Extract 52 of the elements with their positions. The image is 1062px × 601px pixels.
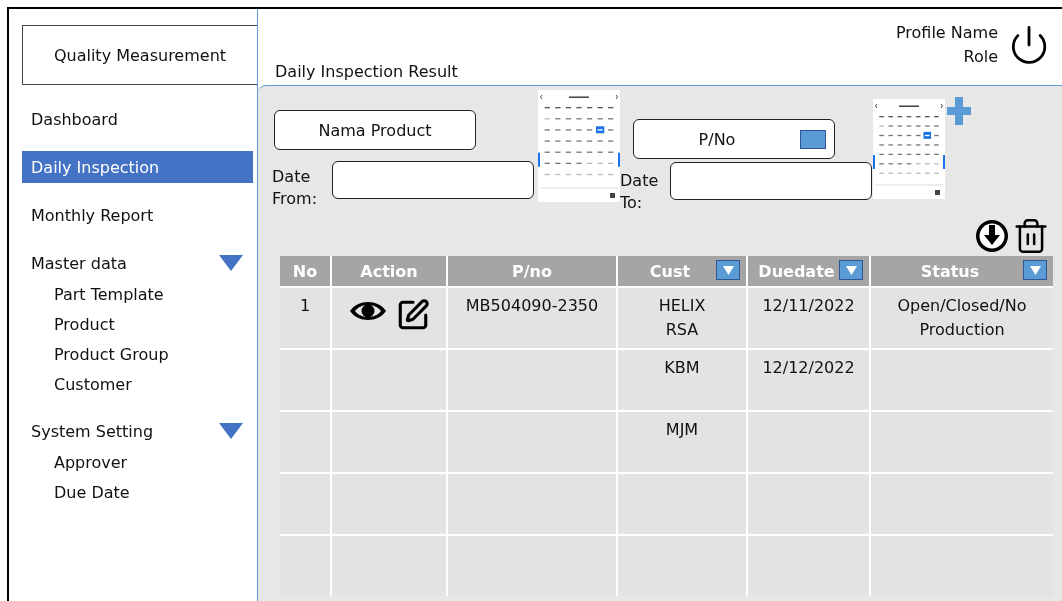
triangle-down-icon[interactable] (219, 423, 243, 439)
table-cell: Open/Closed/No Production (871, 288, 1053, 348)
sidebar-item[interactable]: Dashboard (22, 103, 253, 135)
download-icon[interactable] (974, 218, 1010, 254)
table-cell: 12/11/2022 (748, 288, 869, 348)
table-cell (280, 350, 330, 410)
sidebar-subitem[interactable]: Product Group (22, 339, 169, 369)
table-cell: KBM (618, 350, 746, 410)
filter-button[interactable] (716, 260, 740, 280)
column-header: P/no (512, 261, 552, 281)
sidebar-subitem[interactable]: Part Template (22, 279, 164, 309)
trash-icon[interactable] (1012, 217, 1050, 255)
caret-down-icon (1029, 265, 1041, 275)
table-cell: 12/12/2022 (748, 350, 869, 410)
column-header: Duedate (758, 261, 835, 281)
product-button[interactable]: Nama Product (274, 110, 476, 150)
calendar-drawing[interactable] (873, 99, 945, 199)
sidebar-item[interactable]: Daily Inspection (22, 151, 253, 183)
pno-field[interactable]: P/No (633, 119, 835, 159)
table-cell (280, 474, 330, 534)
sidebar-subitem[interactable]: Approver (22, 447, 128, 477)
column-header: Cust (649, 261, 691, 281)
date-from-label: Date From: (272, 166, 319, 210)
table-cell (280, 412, 330, 472)
profile-role: Role (963, 46, 998, 68)
filter-button[interactable] (839, 260, 863, 280)
sidebar-item[interactable]: Master data (22, 247, 253, 279)
table-cell: 1 (280, 288, 330, 348)
table-cell (280, 536, 330, 596)
caret-down-icon (845, 265, 857, 275)
date-to-label: Date To: (620, 170, 660, 214)
sidebar-subitem[interactable]: Due Date (22, 477, 130, 507)
table-cell: MB504090-2350 (448, 288, 616, 348)
table-cell: MJM (618, 412, 746, 472)
triangle-down-icon[interactable] (219, 255, 243, 271)
column-header: Status (920, 261, 980, 281)
column-header: No (292, 261, 318, 281)
caret-down-icon (722, 265, 734, 275)
edit-icon[interactable] (396, 298, 430, 332)
page-title: Daily Inspection Result (274, 62, 458, 83)
column-header: Action (360, 261, 418, 281)
calendar-drawing[interactable] (538, 90, 620, 202)
table-cell: HELIX RSA (618, 288, 746, 348)
date-from-input[interactable] (332, 161, 534, 199)
sidebar-item[interactable]: Monthly Report (22, 199, 253, 231)
filter-button[interactable] (1023, 260, 1047, 280)
date-to-input[interactable] (670, 162, 872, 200)
app-title: Quality Measurement (22, 25, 257, 85)
sidebar-item[interactable]: System Setting (22, 415, 253, 447)
profile-name: Profile Name (895, 22, 998, 44)
sidebar-subitem[interactable]: Customer (22, 369, 132, 399)
sidebar-subitem[interactable]: Product (22, 309, 115, 339)
